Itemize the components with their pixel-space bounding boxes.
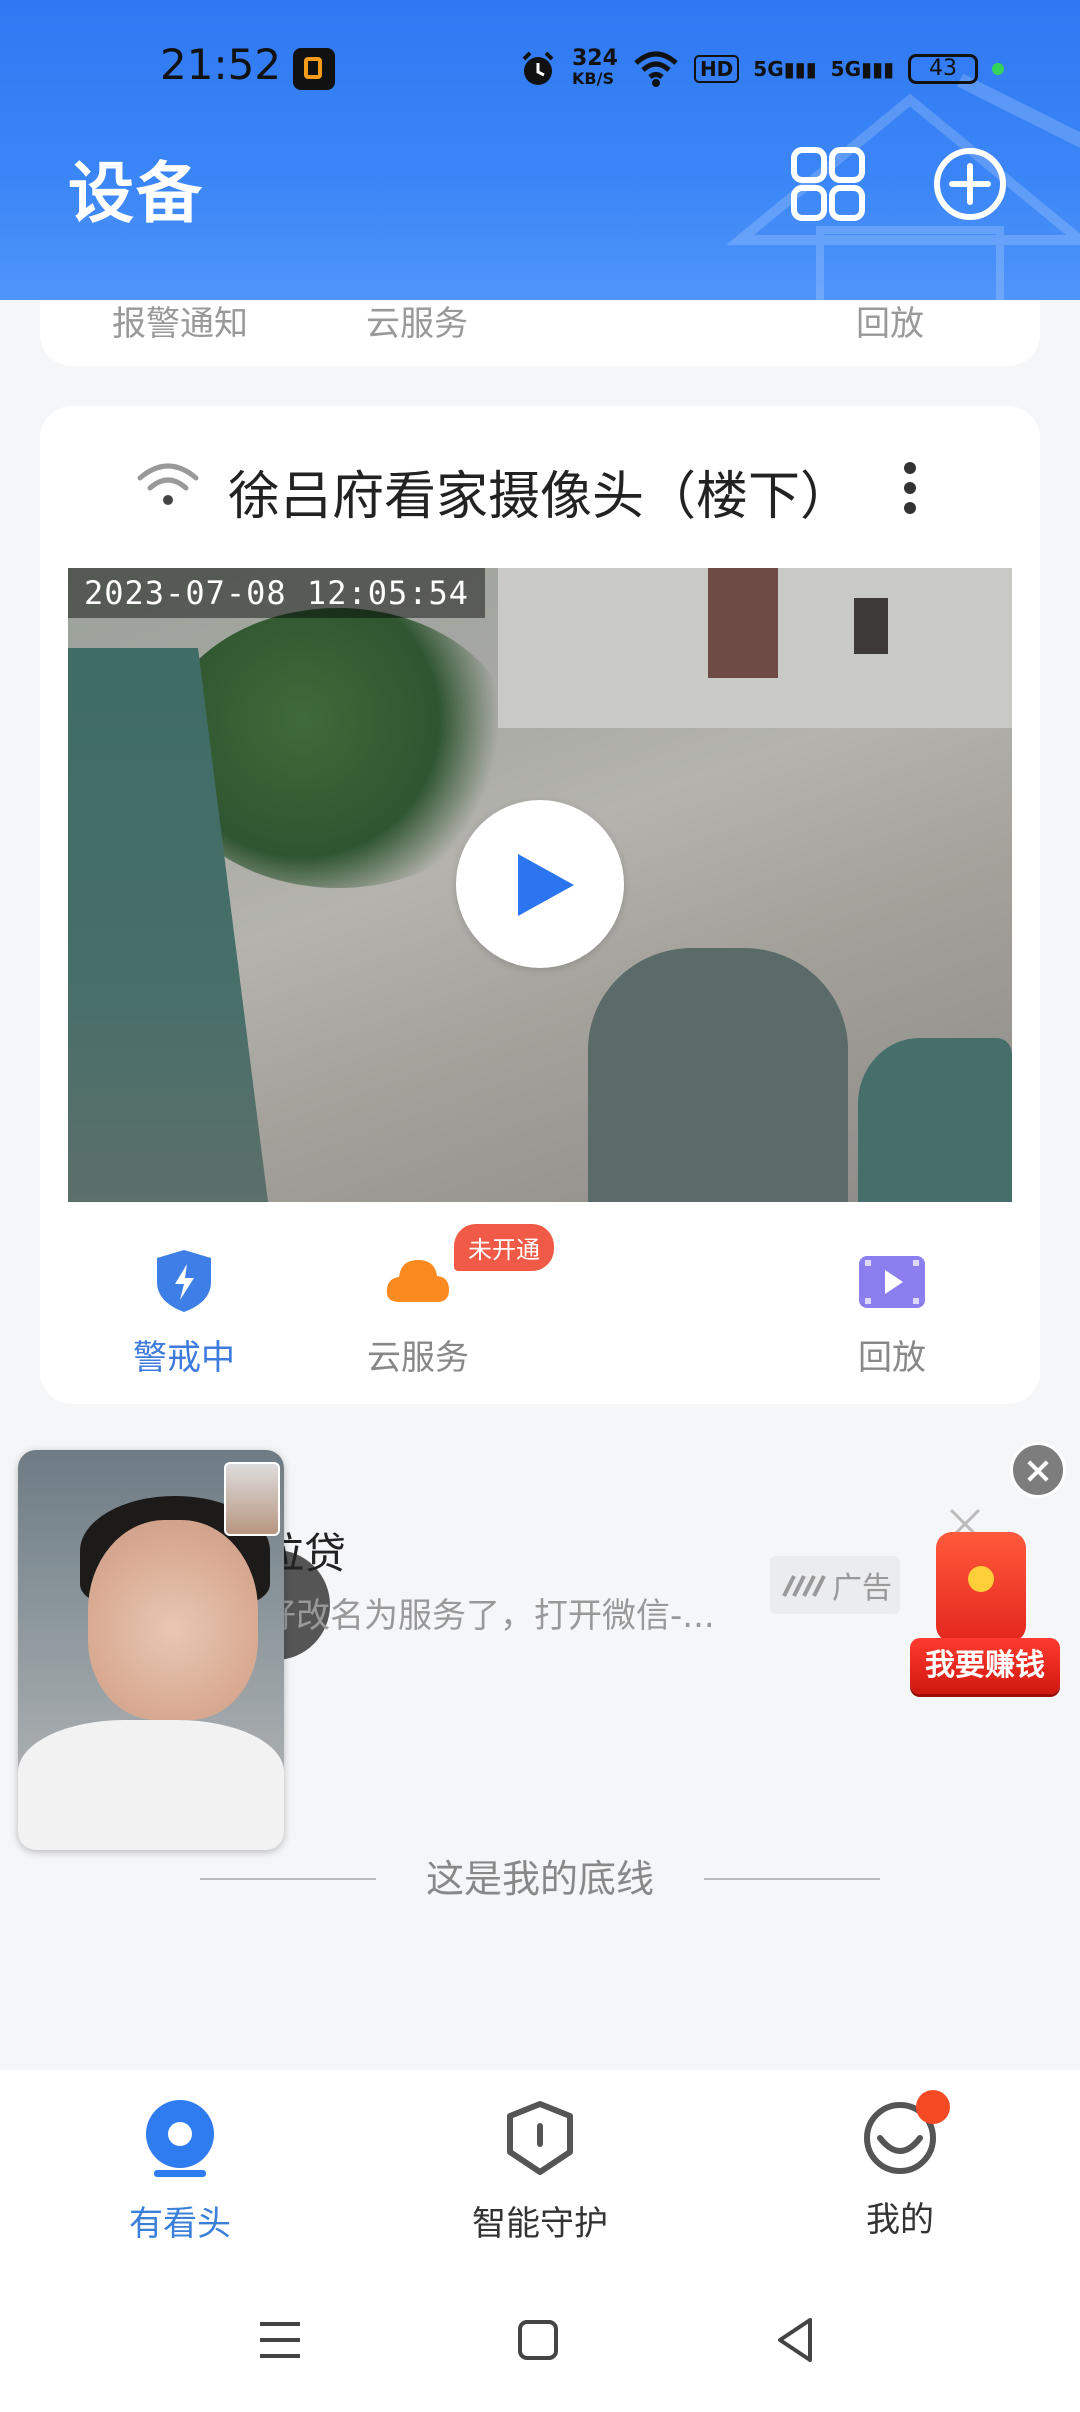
- list-end-divider: 这是我的底线: [0, 1848, 1080, 1908]
- status-time: 21:52: [160, 40, 282, 89]
- previous-device-card: 报警通知 云服务 回放: [40, 300, 1040, 366]
- signal1-label: 5G: [753, 57, 784, 81]
- alarm-notify-action[interactable]: 报警通知: [112, 296, 248, 345]
- video-playback-icon: [859, 1256, 925, 1308]
- back-nav-icon[interactable]: [766, 2310, 826, 2370]
- tab-mine-label: 我的: [866, 2200, 934, 2240]
- cloud-icon: [386, 1260, 449, 1302]
- preview-tarp-right: [588, 948, 848, 1202]
- alert-mode-action[interactable]: 警戒中: [94, 1246, 274, 1379]
- preview-window: [854, 598, 888, 654]
- ad-tag-label: 广告: [832, 1571, 892, 1606]
- caller-face: [88, 1520, 258, 1720]
- playback-action-prev[interactable]: 回放: [856, 296, 924, 345]
- wifi-status-icon: [634, 51, 678, 87]
- ad-description: 好改名为服务了，打开微信-...: [262, 1596, 715, 1636]
- alert-mode-label: 警戒中: [133, 1338, 235, 1378]
- menu-nav-icon[interactable]: [250, 2310, 310, 2370]
- earn-money-button[interactable]: 我要赚钱: [910, 1638, 1060, 1694]
- redpacket-close-icon[interactable]: [1010, 1442, 1066, 1498]
- ad-logo-icon: [782, 1575, 826, 1597]
- play-button[interactable]: [456, 800, 624, 968]
- add-device-icon[interactable]: [930, 144, 1010, 224]
- home-nav-icon[interactable]: [508, 2310, 568, 2370]
- app-notification-icon: [293, 48, 335, 90]
- tab-devices-label: 有看头: [129, 2204, 231, 2244]
- video-timestamp: 2023-07-08 12:05:54: [68, 568, 486, 618]
- page-title: 设备: [68, 155, 204, 232]
- tab-smart-guard[interactable]: 智能守护: [430, 2098, 650, 2245]
- privacy-indicator-dot: [992, 63, 1005, 75]
- playback-label: 回放: [858, 1338, 926, 1378]
- net-speed: 324 KB/S: [572, 46, 618, 89]
- status-icons: 324 KB/S HD 5G▮▮▮ 5G▮▮▮ 43: [518, 44, 1005, 94]
- cloud-service-label: 云服务: [367, 1338, 469, 1378]
- bottom-tab-bar: 有看头 智能守护 我的: [0, 2070, 1080, 2270]
- cloud-not-activated-badge: 未开通: [454, 1224, 554, 1271]
- battery-icon: 43: [908, 54, 979, 84]
- tab-devices[interactable]: 有看头: [70, 2098, 290, 2245]
- preview-tarp-right2: [858, 1038, 1012, 1202]
- signal-icon-2: 5G▮▮▮: [830, 57, 895, 81]
- redpacket-icon: [936, 1532, 1026, 1642]
- header: 21:52 324 KB/S HD 5G▮▮▮ 5G▮▮▮ 43 设备: [0, 0, 1080, 300]
- system-navigation-bar: [0, 2270, 1080, 2412]
- camera-preview[interactable]: 2023-07-08 12:05:54: [68, 568, 1012, 1202]
- floating-video-call[interactable]: [18, 1450, 284, 1850]
- shield-tab-icon: [507, 2101, 573, 2175]
- list-end-text: 这是我的底线: [425, 1857, 654, 1901]
- shield-bolt-icon: [157, 1250, 211, 1312]
- tab-smart-guard-label: 智能守护: [472, 2204, 608, 2244]
- profile-tab-icon-wrap: [860, 2090, 950, 2178]
- divider-line-right: [704, 1878, 880, 1880]
- camera-tab-icon: [146, 2100, 214, 2177]
- signal2-label: 5G: [830, 57, 861, 81]
- net-speed-unit: KB/S: [572, 69, 614, 88]
- layout-grid-icon[interactable]: [788, 144, 868, 224]
- cloud-service-action-prev[interactable]: 云服务: [366, 296, 468, 345]
- playback-action[interactable]: 回放: [802, 1246, 982, 1379]
- signal-icon-1: 5G▮▮▮: [753, 57, 817, 81]
- notification-dot: [916, 2090, 950, 2124]
- status-bar: 21:52 324 KB/S HD 5G▮▮▮ 5G▮▮▮ 43: [0, 0, 1080, 140]
- preview-door: [708, 568, 778, 678]
- tab-mine[interactable]: 我的: [790, 2090, 1010, 2241]
- redpacket-promo[interactable]: 我要赚钱: [896, 1512, 1066, 1712]
- hd-icon: HD: [693, 55, 740, 83]
- caller-shirt: [18, 1720, 284, 1850]
- net-speed-value: 324: [572, 46, 618, 71]
- ad-tag: 广告: [770, 1556, 900, 1614]
- camera-card: 徐吕府看家摄像头（楼下） 2023-07-08 12:05:54 警戒中 云服务…: [40, 406, 1040, 1404]
- self-view-thumbnail[interactable]: [224, 1462, 280, 1536]
- more-options-icon[interactable]: [898, 458, 922, 518]
- alarm-icon: [522, 51, 554, 85]
- camera-name: 徐吕府看家摄像头（楼下）: [227, 467, 852, 527]
